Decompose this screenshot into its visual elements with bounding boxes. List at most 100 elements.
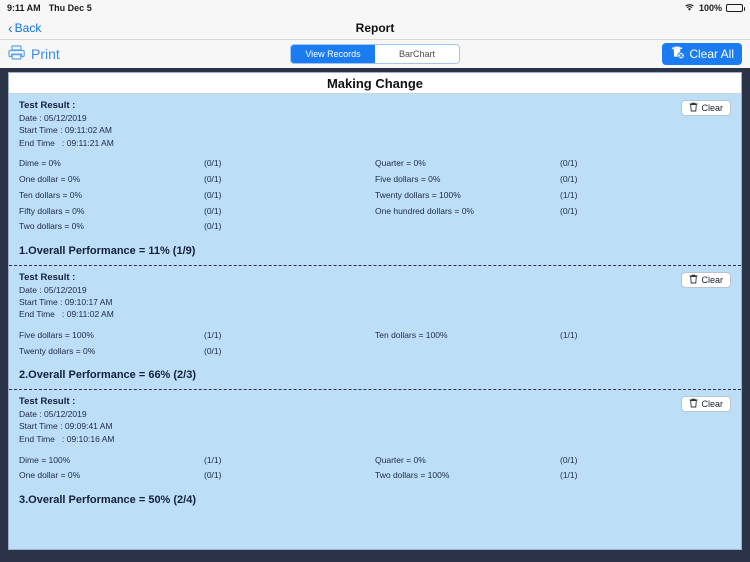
result-label: Ten dollars = 100% bbox=[375, 330, 448, 341]
result-cell-left: Dime = 100% (1/1) bbox=[19, 454, 375, 467]
report-heading: Making Change bbox=[9, 73, 741, 94]
result-cell-right: Ten dollars = 100% (1/1) bbox=[375, 329, 731, 342]
status-bar-left: 9:11 AM Thu Dec 5 bbox=[7, 3, 92, 13]
clear-record-button-label: Clear bbox=[701, 274, 723, 285]
result-fraction: (1/1) bbox=[204, 330, 222, 341]
result-label bbox=[375, 345, 560, 358]
status-date: Thu Dec 5 bbox=[48, 3, 92, 13]
result-fraction: (0/1) bbox=[204, 189, 222, 200]
overall-performance: 2.Overall Performance = 66% (2/3) bbox=[19, 369, 197, 382]
result-label: One dollar = 0% bbox=[19, 470, 81, 481]
result-row: One dollar = 0% (0/1) Two dollars = 100% (1… bbox=[19, 468, 731, 484]
result-cell-right: Two dollars = 100% (1/1) bbox=[375, 469, 731, 482]
overall-performance: 1.Overall Performance = 11% (1/9) bbox=[19, 244, 196, 257]
result-fraction: (1/1) bbox=[560, 330, 578, 341]
view-mode-segmented-control[interactable]: View Records BarChart bbox=[290, 44, 460, 64]
result-fraction: (0/1) bbox=[204, 345, 222, 356]
result-cell-right bbox=[375, 345, 731, 358]
result-label: Dime = 0% bbox=[19, 158, 61, 169]
result-cell-left: Ten dollars = 0% (0/1) bbox=[19, 189, 375, 202]
result-cell-right: Quarter = 0% (0/1) bbox=[375, 454, 731, 467]
record-date: Date : 05/12/2019 bbox=[19, 284, 87, 295]
result-row: One dollar = 0% (0/1) Five dollars = 0% (0/… bbox=[19, 172, 731, 188]
result-label: One hundred dollars = 0% bbox=[375, 205, 474, 216]
result-cell-right: One hundred dollars = 0% (0/1) bbox=[375, 205, 731, 218]
result-row: Dime = 0% (0/1) Quarter = 0% (0/1) bbox=[19, 156, 731, 172]
result-label: Two dollars = 100% bbox=[375, 470, 450, 481]
result-cell-right: Twenty dollars = 100% (1/1) bbox=[375, 189, 731, 202]
result-row: Twenty dollars = 0% (0/1) bbox=[19, 343, 731, 359]
segment-view-records[interactable]: View Records bbox=[291, 45, 375, 63]
clear-record-button-label: Clear bbox=[701, 399, 723, 410]
clear-all-button-label: Clear All bbox=[689, 47, 734, 61]
result-cell-left: One dollar = 0% (0/1) bbox=[19, 469, 375, 482]
result-label: Quarter = 0% bbox=[375, 454, 426, 465]
trash-x-icon bbox=[670, 45, 685, 63]
result-fraction: (1/1) bbox=[560, 189, 578, 200]
result-row: Fifty dollars = 0% (0/1) One hundred dolla… bbox=[19, 203, 731, 219]
printer-icon bbox=[8, 45, 25, 63]
record-card: Clear Test Result : Date : 05/12/2019 Start… bbox=[9, 266, 741, 391]
clear-all-button[interactable]: Clear All bbox=[662, 43, 742, 65]
record-date: Date : 05/12/2019 bbox=[19, 113, 87, 123]
result-cell-left: Twenty dollars = 0% (0/1) bbox=[19, 345, 375, 358]
result-rows: Dime = 100% (1/1) Quarter = 0% (0/1) One dol… bbox=[19, 452, 731, 484]
result-cell-left: Dime = 0% (0/1) bbox=[19, 157, 375, 170]
result-cell-left: One dollar = 0% (0/1) bbox=[19, 173, 375, 186]
status-time: 9:11 AM bbox=[7, 3, 41, 13]
result-fraction: (0/1) bbox=[204, 158, 222, 169]
record-heading: Test Result : bbox=[19, 396, 76, 408]
result-cell-right: Five dollars = 0% (0/1) bbox=[375, 173, 731, 186]
result-label: Dime = 100% bbox=[19, 454, 71, 465]
result-label: Five dollars = 0% bbox=[375, 174, 441, 185]
trash-icon bbox=[689, 102, 699, 114]
record-end-time: End Time : 09:10:16 AM bbox=[19, 433, 115, 444]
trash-icon bbox=[689, 398, 699, 410]
records-list: Clear Test Result : Date : 05/12/2019 Start… bbox=[9, 94, 741, 549]
record-end-time: End Time : 09:11:21 AM bbox=[19, 137, 114, 148]
toolbar: Print View Records BarChart Clear All bbox=[0, 40, 750, 70]
page-title: Report bbox=[355, 20, 395, 35]
result-row: Two dollars = 0% (0/1) bbox=[19, 219, 731, 235]
result-label: Two dollars = 0% bbox=[19, 221, 84, 232]
status-bar: 9:11 AM Thu Dec 5 100% bbox=[0, 0, 750, 16]
record-heading: Test Result : bbox=[19, 271, 76, 283]
result-fraction: (0/1) bbox=[560, 174, 578, 185]
result-rows: Dime = 0% (0/1) Quarter = 0% (0/1) One dolla… bbox=[19, 156, 731, 235]
result-fraction: (1/1) bbox=[560, 470, 578, 481]
result-fraction: (0/1) bbox=[560, 158, 578, 169]
result-cell-right bbox=[375, 220, 731, 233]
record-start-time: Start Time : 09:09:41 AM bbox=[19, 421, 113, 432]
wifi-icon bbox=[684, 3, 695, 14]
result-label: Quarter = 0% bbox=[375, 158, 426, 169]
result-cell-left: Fifty dollars = 0% (0/1) bbox=[19, 205, 375, 218]
result-label: Ten dollars = 0% bbox=[19, 189, 83, 200]
trash-icon bbox=[689, 274, 699, 286]
result-label: Twenty dollars = 0% bbox=[19, 345, 96, 356]
result-fraction: (0/1) bbox=[204, 174, 222, 185]
report-page: Making Change Clear Test Result : Date : 0… bbox=[8, 72, 742, 550]
result-rows: Five dollars = 100% (1/1) Ten dollars = 10… bbox=[19, 328, 731, 360]
print-button-label: Print bbox=[31, 46, 60, 62]
result-cell-left: Five dollars = 100% (1/1) bbox=[19, 329, 375, 342]
result-row: Dime = 100% (1/1) Quarter = 0% (0/1) bbox=[19, 452, 731, 468]
result-fraction: (0/1) bbox=[204, 470, 222, 481]
record-start-time: Start Time : 09:10:17 AM bbox=[19, 297, 113, 307]
status-bar-right: 100% bbox=[684, 3, 745, 14]
clear-record-button[interactable]: Clear bbox=[681, 271, 731, 288]
print-button[interactable]: Print bbox=[8, 45, 60, 63]
record-heading: Test Result : bbox=[19, 100, 76, 111]
navigation-bar: ‹ Back Report bbox=[0, 16, 750, 40]
result-fraction: (1/1) bbox=[204, 454, 222, 465]
result-fraction: (0/1) bbox=[204, 205, 222, 216]
segment-barchart[interactable]: BarChart bbox=[375, 45, 459, 63]
result-label: One dollar = 0% bbox=[19, 174, 81, 185]
clear-record-button[interactable]: Clear bbox=[681, 396, 731, 413]
result-fraction: (0/1) bbox=[204, 221, 222, 232]
record-end-time: End Time : 09:11:02 AM bbox=[19, 309, 114, 320]
result-label bbox=[375, 220, 560, 233]
result-label: Twenty dollars = 100% bbox=[375, 189, 461, 200]
result-row: Five dollars = 100% (1/1) Ten dollars = 10… bbox=[19, 328, 731, 344]
clear-record-button[interactable]: Clear bbox=[681, 100, 731, 116]
record-start-time: Start Time : 09:11:02 AM bbox=[19, 125, 112, 136]
